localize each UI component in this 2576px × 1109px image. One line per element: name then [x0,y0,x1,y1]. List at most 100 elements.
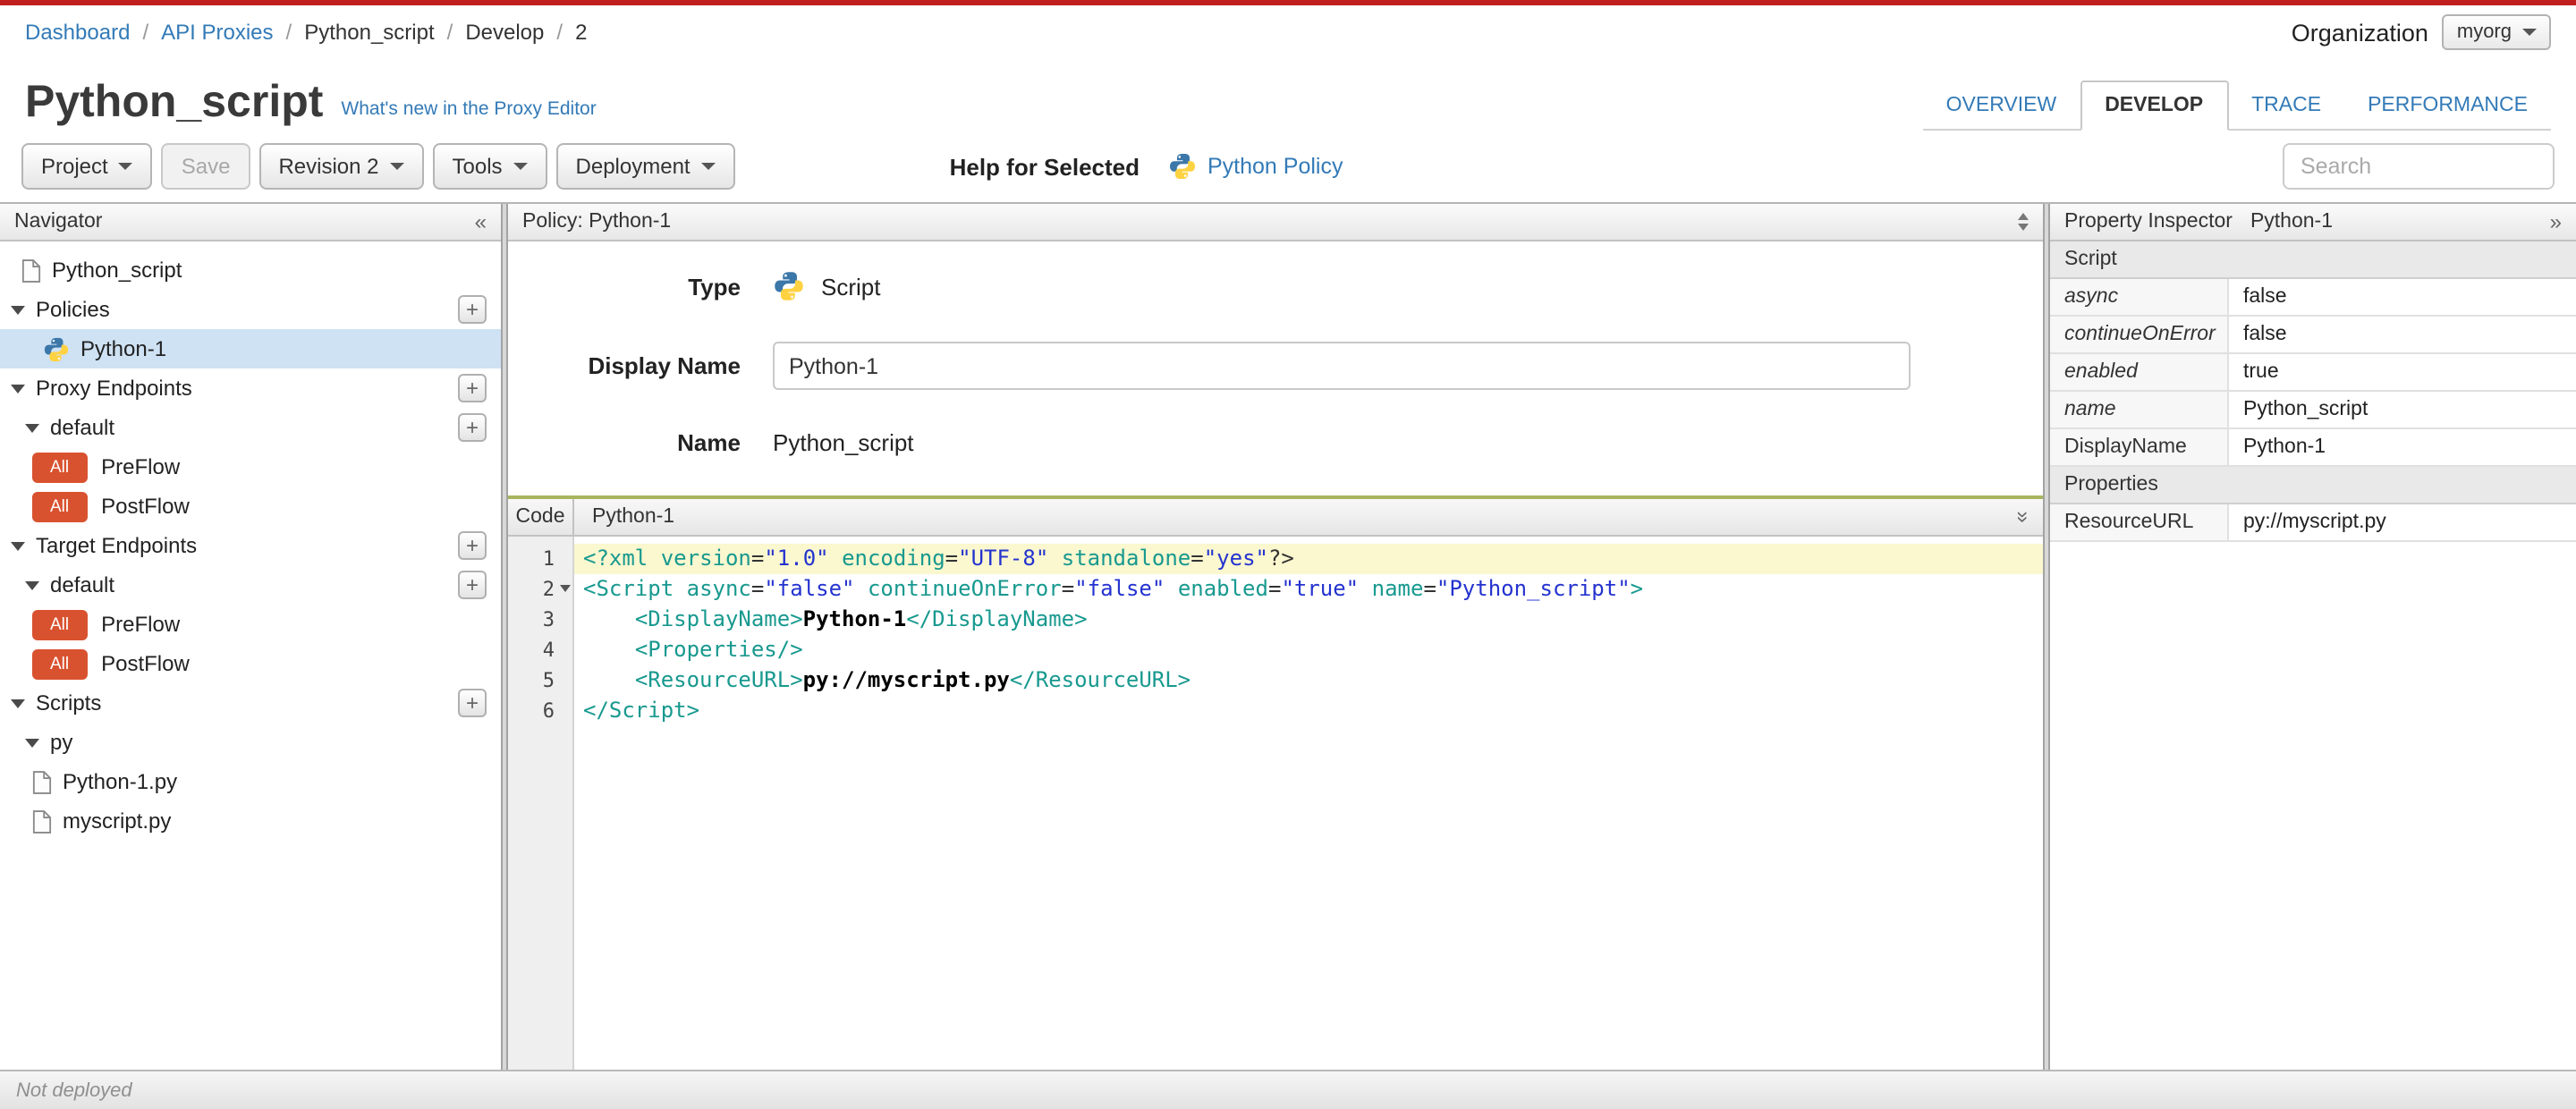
add-button[interactable]: + [458,571,487,599]
tools-button[interactable]: Tools [432,143,547,190]
inspector-row-displayname: DisplayName Python-1 [2050,429,2576,467]
pane-splitter[interactable] [501,204,508,1070]
resize-panel-icon[interactable] [2018,213,2029,231]
collapse-left-icon[interactable]: « [475,211,487,233]
inspector-property-value: true [2243,361,2279,383]
collapse-right-icon[interactable]: » [2550,211,2562,233]
tree-item-label: Proxy Endpoints [36,376,192,401]
tree-item-py[interactable]: py [0,723,501,762]
flow-all-badge: All [32,609,88,639]
disclosure-triangle-icon[interactable] [25,738,39,747]
name-value: Python_script [773,429,914,456]
code-token: Python-1 [802,606,907,631]
tree-item-default[interactable]: default + [0,565,501,605]
tree-item-label: Target Endpoints [36,533,198,558]
code-fold-icon[interactable] [560,585,571,592]
tree-item-target-endpoints[interactable]: Target Endpoints + [0,526,501,565]
disclosure-triangle-icon[interactable] [11,305,25,314]
add-button[interactable]: + [458,413,487,442]
disclosure-triangle-icon[interactable] [11,541,25,550]
inspector-section-label: Properties [2064,474,2158,495]
display-name-input[interactable] [773,342,1911,390]
code-line[interactable]: <?xml version="1.0" encoding="UTF-8" sta… [574,544,2043,574]
code-token: = [750,546,765,571]
save-button[interactable]: Save [161,143,250,190]
tab-performance[interactable]: PERFORMANCE [2344,82,2551,129]
line-number: 1 [542,547,555,571]
project-button[interactable]: Project [21,143,153,190]
code-token: = [750,576,765,601]
search-input[interactable] [2283,143,2555,190]
add-button[interactable]: + [458,374,487,402]
code-token: encoding [842,546,945,571]
tree-item-myscript-py[interactable]: myscript.py [0,801,501,841]
organization-value: myorg [2456,21,2512,43]
type-row: Type Script [508,270,2043,302]
tree-item-python-1-py[interactable]: Python-1.py [0,762,501,801]
tree-item-postflow[interactable]: All PostFlow [0,644,501,683]
code-token: </Script> [583,698,700,723]
python-icon [775,272,803,301]
code-line[interactable]: <DisplayName>Python-1</DisplayName> [574,605,2043,635]
tree-item-default[interactable]: default + [0,408,501,447]
type-label: Type [688,273,741,300]
organization-select[interactable]: myorg [2442,14,2551,50]
tab-trace[interactable]: TRACE [2228,82,2344,129]
inspector-property-value: false [2243,324,2287,345]
revision-button[interactable]: Revision 2 [258,143,424,190]
breadcrumb-item-dashboard[interactable]: Dashboard [25,20,130,45]
tab-develop[interactable]: DEVELOP [2080,80,2229,131]
add-button[interactable]: + [458,295,487,324]
tree-item-label: myscript.py [63,808,172,834]
tree-item-label: default [50,415,115,440]
tab-overview[interactable]: OVERVIEW [1923,82,2080,129]
tree-item-postflow[interactable]: All PostFlow [0,487,501,526]
button-label: Project [41,154,108,179]
help-for-selected-label: Help for Selected [949,153,1140,180]
code-line[interactable]: <Script async="false" continueOnError="f… [574,574,2043,605]
whats-new-link[interactable]: What's new in the Proxy Editor [341,98,596,131]
disclosure-triangle-icon[interactable] [25,423,39,432]
tree-item-preflow[interactable]: All PreFlow [0,447,501,487]
tree-item-policies[interactable]: Policies + [0,290,501,329]
inspector-property-name: continueOnError [2050,317,2229,352]
tree-item-proxy-endpoints[interactable]: Proxy Endpoints + [0,368,501,408]
proxy-icon [21,258,41,282]
disclosure-triangle-icon[interactable] [25,580,39,589]
chevron-down-icon [700,163,716,170]
tree-item-python-script[interactable]: Python_script [0,250,501,290]
breadcrumb-separator: / [446,20,453,45]
add-button[interactable]: + [458,689,487,717]
navigator-tree: Python_script Policies + Python-1 Proxy Endp… [0,241,501,1070]
code-line[interactable]: </Script> [574,696,2043,726]
pane-splitter[interactable] [2043,204,2050,1070]
disclosure-triangle-icon[interactable] [11,384,25,393]
page-title: Python_script [25,77,324,127]
organization-label: Organization [2291,19,2428,46]
chevron-down-icon [389,163,404,170]
line-number: 2 [508,574,572,605]
code-line[interactable]: <ResourceURL>py://myscript.py</ResourceU… [574,665,2043,696]
main-panes: Navigator « Python_script Policies + Python… [0,202,2576,1070]
code-token: version [660,546,751,571]
breadcrumb-item-api-proxies[interactable]: API Proxies [161,20,273,45]
code-collapse-icon[interactable]: » [2012,499,2043,535]
code-token: </ResourceURL> [1009,667,1191,692]
code-line[interactable]: <Properties/> [574,635,2043,665]
tree-item-scripts[interactable]: Scripts + [0,683,501,723]
code-token: standalone [1061,546,1191,571]
button-label: Save [181,154,231,179]
code-editor-content[interactable]: <?xml version="1.0" encoding="UTF-8" sta… [574,537,2043,1070]
policy-help-link[interactable]: Python Policy [1168,152,1343,181]
deployment-button[interactable]: Deployment [555,143,735,190]
tree-item-python-1[interactable]: Python-1 [0,329,501,368]
disclosure-triangle-icon[interactable] [11,698,25,707]
add-button[interactable]: + [458,531,487,560]
flow-all-badge: All [32,491,88,521]
breadcrumb-row: Dashboard / API Proxies / Python_script / Deve… [0,5,2576,52]
inspector-row-name: name Python_script [2050,392,2576,429]
tree-item-preflow[interactable]: All PreFlow [0,605,501,644]
